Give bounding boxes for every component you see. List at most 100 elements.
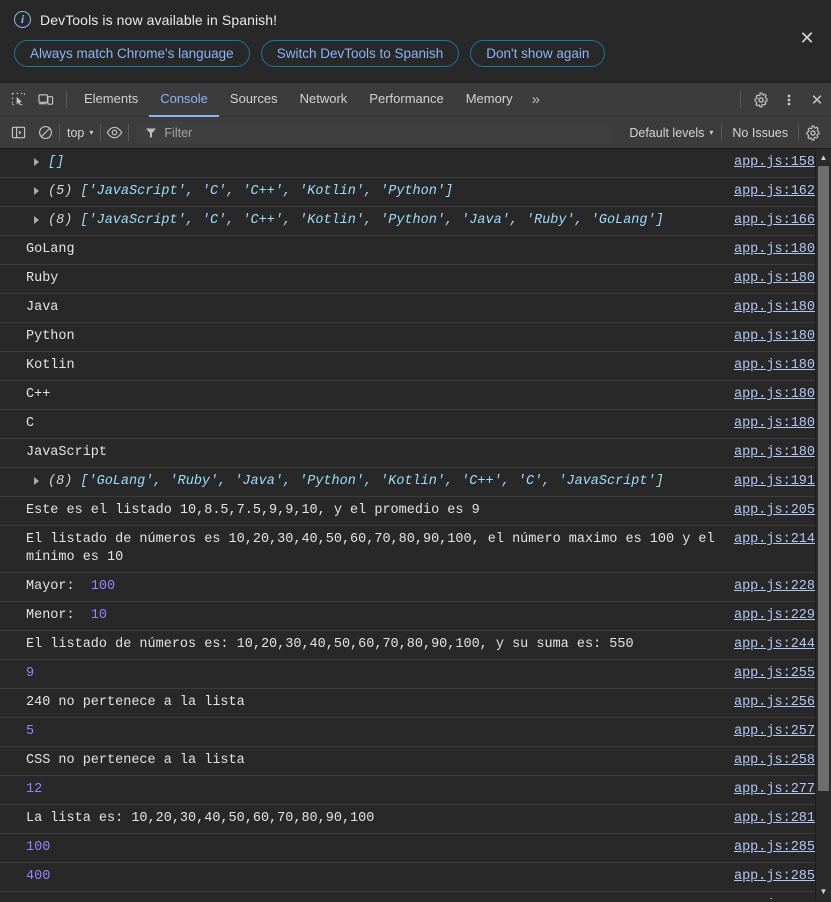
console-message-row[interactable]: El listado de números es: 10,20,30,40,50… bbox=[0, 631, 831, 660]
message-part-num: 5 bbox=[26, 724, 35, 739]
message-part-txt: C++ bbox=[26, 387, 51, 402]
console-message-row[interactable]: (8) ['GoLang', 'Ruby', 'Java', 'Python',… bbox=[0, 468, 831, 497]
console-message-row[interactable]: 900 app.js:285 bbox=[0, 892, 831, 899]
issues-status[interactable]: No Issues bbox=[722, 126, 798, 140]
source-link[interactable]: app.js:180 bbox=[734, 444, 815, 462]
console-scrollbar[interactable]: ▲ ▼ bbox=[815, 149, 831, 899]
switch-to-spanish-button[interactable]: Switch DevTools to Spanish bbox=[260, 40, 460, 67]
source-link[interactable]: app.js:256 bbox=[734, 694, 815, 712]
console-message-row[interactable]: CSS no pertenece a la lista app.js:258 bbox=[0, 747, 831, 776]
settings-gear-icon[interactable] bbox=[747, 87, 775, 113]
console-message-text: (5) ['JavaScript', 'C', 'C++', 'Kotlin',… bbox=[26, 183, 734, 201]
source-link[interactable]: app.js:180 bbox=[734, 299, 815, 317]
console-message-row[interactable]: 5 app.js:257 bbox=[0, 718, 831, 747]
message-part-txt: Mayor: bbox=[26, 579, 91, 594]
source-link[interactable]: app.js:158 bbox=[734, 154, 815, 172]
console-message-row[interactable]: Menor: 10 app.js:229 bbox=[0, 602, 831, 631]
console-message-row[interactable]: Kotlin app.js:180 bbox=[0, 352, 831, 381]
console-message-row[interactable]: 12 app.js:277 bbox=[0, 776, 831, 805]
tab-network[interactable]: Network bbox=[289, 83, 359, 117]
banner-message: DevTools is now available in Spanish! bbox=[40, 11, 278, 28]
console-sidebar-icon[interactable] bbox=[5, 120, 32, 145]
more-tabs-chevron-icon[interactable]: » bbox=[524, 83, 546, 117]
source-link[interactable]: app.js:244 bbox=[734, 636, 815, 654]
console-message-row[interactable]: El listado de números es 10,20,30,40,50,… bbox=[0, 526, 831, 573]
console-message-text: 100 bbox=[26, 839, 734, 857]
tab-memory[interactable]: Memory bbox=[455, 83, 524, 117]
tab-performance[interactable]: Performance bbox=[358, 83, 454, 117]
console-message-row[interactable]: JavaScript app.js:180 bbox=[0, 439, 831, 468]
source-link[interactable]: app.js:180 bbox=[734, 415, 815, 433]
source-link[interactable]: app.js:257 bbox=[734, 723, 815, 741]
expand-arrow-icon[interactable] bbox=[34, 158, 39, 166]
source-link[interactable]: app.js:228 bbox=[734, 578, 815, 596]
source-link[interactable]: app.js:285 bbox=[734, 897, 815, 899]
console-message-row[interactable]: Este es el listado 10,8.5,7.5,9,9,10, y … bbox=[0, 497, 831, 526]
message-part-num: 10 bbox=[90, 608, 108, 623]
filter-input[interactable]: Filter bbox=[135, 121, 616, 144]
clear-console-icon[interactable] bbox=[32, 120, 59, 145]
console-settings-gear-icon[interactable] bbox=[799, 120, 826, 145]
message-part-txt: C bbox=[26, 416, 35, 431]
source-link[interactable]: app.js:180 bbox=[734, 357, 815, 375]
more-options-icon[interactable] bbox=[775, 87, 803, 113]
source-link[interactable]: app.js:258 bbox=[734, 752, 815, 770]
console-message-row[interactable]: GoLang app.js:180 bbox=[0, 236, 831, 265]
source-link[interactable]: app.js:166 bbox=[734, 212, 815, 230]
console-message-row[interactable]: 9 app.js:255 bbox=[0, 660, 831, 689]
console-message-text: C++ bbox=[26, 386, 734, 404]
always-match-language-button[interactable]: Always match Chrome's language bbox=[14, 40, 250, 67]
console-message-row[interactable]: (5) ['JavaScript', 'C', 'C++', 'Kotlin',… bbox=[0, 178, 831, 207]
source-link[interactable]: app.js:180 bbox=[734, 386, 815, 404]
source-link[interactable]: app.js:205 bbox=[734, 502, 815, 520]
console-message-row[interactable]: 400 app.js:285 bbox=[0, 863, 831, 892]
close-devtools-icon[interactable]: ✕ bbox=[803, 87, 831, 113]
source-link[interactable]: app.js:180 bbox=[734, 270, 815, 288]
tab-console[interactable]: Console bbox=[149, 83, 219, 117]
scrollbar-thumb[interactable] bbox=[818, 166, 829, 791]
scrollbar-down-arrow-icon[interactable]: ▼ bbox=[816, 883, 831, 899]
source-link[interactable]: app.js:277 bbox=[734, 781, 815, 799]
console-message-row[interactable]: Ruby app.js:180 bbox=[0, 265, 831, 294]
scrollbar-up-arrow-icon[interactable]: ▲ bbox=[816, 149, 831, 165]
console-message-row[interactable]: 100 app.js:285 bbox=[0, 834, 831, 863]
expand-arrow-icon[interactable] bbox=[34, 216, 39, 224]
console-message-row[interactable]: (8) ['JavaScript', 'C', 'C++', 'Kotlin',… bbox=[0, 207, 831, 236]
expand-arrow-icon[interactable] bbox=[34, 477, 39, 485]
source-link[interactable]: app.js:281 bbox=[734, 810, 815, 828]
message-part-num: 100 bbox=[26, 840, 51, 855]
console-message-text: 240 no pertenece a la lista bbox=[26, 694, 734, 712]
source-link[interactable]: app.js:214 bbox=[734, 531, 815, 549]
tab-elements[interactable]: Elements bbox=[73, 83, 149, 117]
console-message-text: 900 bbox=[26, 897, 734, 899]
device-toolbar-icon[interactable] bbox=[32, 87, 60, 113]
tabbar-divider-right bbox=[740, 91, 741, 108]
live-expression-eye-icon[interactable] bbox=[101, 120, 128, 145]
console-message-row[interactable]: Capp.js:180 bbox=[0, 410, 831, 439]
tab-sources[interactable]: Sources bbox=[219, 83, 289, 117]
banner-close-icon[interactable]: ✕ bbox=[795, 26, 819, 50]
console-message-row[interactable]: [] app.js:158 bbox=[0, 149, 831, 178]
source-link[interactable]: app.js:191 bbox=[734, 473, 815, 491]
source-link[interactable]: app.js:229 bbox=[734, 607, 815, 625]
source-link[interactable]: app.js:255 bbox=[734, 665, 815, 683]
source-link[interactable]: app.js:180 bbox=[734, 328, 815, 346]
expand-arrow-icon[interactable] bbox=[34, 187, 39, 195]
inspect-element-icon[interactable] bbox=[4, 87, 32, 113]
console-message-row[interactable]: La lista es: 10,20,30,40,50,60,70,80,90,… bbox=[0, 805, 831, 834]
console-message-row[interactable]: Mayor: 100 app.js:228 bbox=[0, 573, 831, 602]
console-message-row[interactable]: 240 no pertenece a la lista app.js:256 bbox=[0, 689, 831, 718]
dont-show-again-button[interactable]: Don't show again bbox=[470, 40, 606, 67]
message-part-arr: ['JavaScript', 'C', 'C++', 'Kotlin', 'Py… bbox=[80, 213, 664, 228]
source-link[interactable]: app.js:162 bbox=[734, 183, 815, 201]
source-link[interactable]: app.js:285 bbox=[734, 839, 815, 857]
log-levels-selector[interactable]: Default levels ▾ bbox=[621, 126, 721, 140]
execution-context-selector[interactable]: top ▾ bbox=[60, 122, 100, 144]
console-message-row[interactable]: Java app.js:180 bbox=[0, 294, 831, 323]
source-link[interactable]: app.js:285 bbox=[734, 868, 815, 886]
devtools-tabbar: Elements Console Sources Network Perform… bbox=[0, 82, 831, 117]
message-part-txt: El listado de números es: 10,20,30,40,50… bbox=[26, 637, 634, 652]
console-message-row[interactable]: Python app.js:180 bbox=[0, 323, 831, 352]
source-link[interactable]: app.js:180 bbox=[734, 241, 815, 259]
console-message-row[interactable]: C++ app.js:180 bbox=[0, 381, 831, 410]
